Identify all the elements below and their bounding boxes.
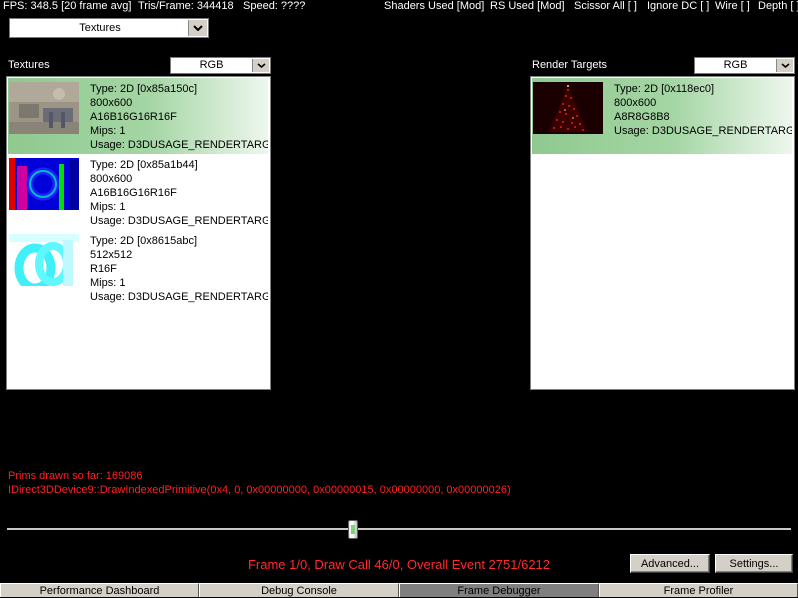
texture-info: Type: 2D [0x8615abc] 512x512 R16F Mips: … — [90, 234, 268, 304]
texture-info: Type: 2D [0x85a1b44] 800x600 A16B16G16R1… — [90, 158, 268, 228]
textures-label: Textures — [8, 59, 50, 71]
chevron-down-icon[interactable] — [252, 59, 269, 72]
texture-type: Type: 2D [0x85a1b44] — [90, 159, 198, 171]
texture-thumbnail — [9, 82, 79, 134]
ignore-dc-toggle[interactable]: Ignore DC [ ] — [647, 0, 709, 12]
event-slider[interactable] — [7, 519, 791, 541]
textures-format-value: RGB — [199, 59, 224, 71]
texture-thumbnail — [9, 234, 79, 286]
texture-format: A16B16G16R16F — [90, 187, 177, 199]
shaders-used-toggle[interactable]: Shaders Used [Mod] — [384, 0, 484, 12]
render-targets-label: Render Targets — [532, 59, 608, 71]
speed-readout: Speed: ???? — [243, 0, 306, 12]
texture-item[interactable]: Type: 2D [0x85a150c] 800x600 A16B16G16R1… — [8, 78, 268, 154]
texture-item[interactable]: Type: 2D [0x85a1b44] 800x600 A16B16G16R1… — [8, 154, 268, 230]
texture-info: Type: 2D [0x85a150c] 800x600 A16B16G16R1… — [90, 82, 268, 152]
chevron-down-icon[interactable] — [776, 59, 793, 72]
settings-button[interactable]: Settings... — [715, 554, 793, 573]
slider-thumb-grip — [351, 525, 355, 534]
render-targets-list[interactable]: Type: 2D [0x118ec0] 800x600 A8R8G8B8 Usa… — [530, 76, 795, 390]
top-info-bar: FPS: 348.5 [20 frame avg] Tris/Frame: 34… — [0, 0, 798, 12]
slider-thumb[interactable] — [348, 520, 358, 539]
texture-mips: Mips: 1 — [90, 201, 126, 213]
render-target-usage: Usage: D3DUSAGE_RENDERTARGET — [614, 125, 792, 137]
depth-toggle[interactable]: Depth [ ] — [758, 0, 798, 12]
texture-size: 512x512 — [90, 249, 133, 261]
texture-type: Type: 2D [0x8615abc] — [90, 235, 198, 247]
texture-format: A16B16G16R16F — [90, 111, 177, 123]
view-mode-value: Textures — [79, 22, 121, 34]
tab-debug-console[interactable]: Debug Console — [199, 583, 399, 597]
view-mode-dropdown[interactable]: Textures — [9, 18, 209, 38]
render-target-info: Type: 2D [0x118ec0] 800x600 A8R8G8B8 Usa… — [614, 82, 792, 138]
texture-mips: Mips: 1 — [90, 125, 126, 137]
texture-size: 800x600 — [90, 97, 133, 109]
chevron-down-icon[interactable] — [188, 20, 207, 36]
tab-frame-debugger[interactable]: Frame Debugger — [399, 583, 599, 597]
tab-frame-profiler[interactable]: Frame Profiler — [599, 583, 798, 597]
texture-item[interactable]: Type: 2D [0x8615abc] 512x512 R16F Mips: … — [8, 230, 268, 306]
tris-readout: Tris/Frame: 344418 — [138, 0, 234, 12]
rs-used-toggle[interactable]: RS Used [Mod] — [490, 0, 565, 12]
render-target-item[interactable]: Type: 2D [0x118ec0] 800x600 A8R8G8B8 Usa… — [532, 78, 792, 154]
texture-format: R16F — [90, 263, 117, 275]
render-target-type: Type: 2D [0x118ec0] — [614, 83, 715, 95]
texture-usage: Usage: D3DUSAGE_RENDERTARGET — [90, 139, 268, 151]
texture-usage: Usage: D3DUSAGE_RENDERTARGET — [90, 291, 268, 303]
draw-call-text: IDirect3DDevice9::DrawIndexedPrimitive(0… — [8, 484, 511, 496]
texture-size: 800x600 — [90, 173, 133, 185]
texture-type: Type: 2D [0x85a150c] — [90, 83, 198, 95]
fps-readout: FPS: 348.5 [20 frame avg] — [3, 0, 132, 12]
wire-toggle[interactable]: Wire [ ] — [715, 0, 750, 12]
render-target-thumbnail — [533, 82, 603, 134]
texture-mips: Mips: 1 — [90, 277, 126, 289]
textures-format-dropdown[interactable]: RGB — [170, 57, 271, 74]
render-target-format: A8R8G8B8 — [614, 111, 670, 123]
scissor-all-toggle[interactable]: Scissor All [ ] — [574, 0, 637, 12]
slider-track — [7, 528, 791, 530]
tab-performance-dashboard[interactable]: Performance Dashboard — [0, 583, 199, 597]
prims-drawn-text: Prims drawn so far: 169086 — [8, 470, 143, 482]
render-targets-format-dropdown[interactable]: RGB — [694, 57, 795, 74]
render-targets-format-value: RGB — [723, 59, 748, 71]
texture-thumbnail — [9, 158, 79, 210]
advanced-button[interactable]: Advanced... — [630, 554, 710, 573]
render-target-size: 800x600 — [614, 97, 657, 109]
texture-usage: Usage: D3DUSAGE_RENDERTARGET — [90, 215, 268, 227]
textures-list[interactable]: Type: 2D [0x85a150c] 800x600 A16B16G16R1… — [6, 76, 271, 390]
